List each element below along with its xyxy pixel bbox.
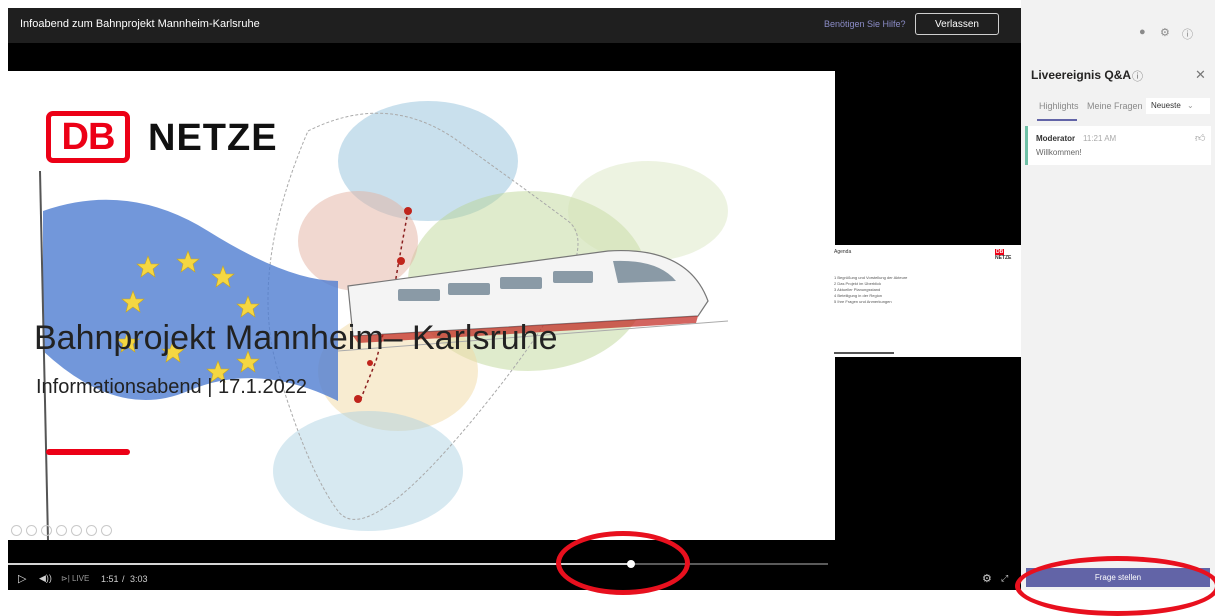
like-icon[interactable]: 👍︎ bbox=[1195, 132, 1205, 144]
chat-icon[interactable]: ● bbox=[1139, 26, 1146, 38]
agenda-list: 1 Begrüßung und Vorstellung der Akteure … bbox=[834, 275, 907, 305]
slides-icon[interactable] bbox=[56, 525, 67, 536]
slide-subtitle: Informationsabend | 17.1.2022 bbox=[36, 376, 307, 398]
qa-title: Liveereignis Q&A bbox=[1031, 68, 1132, 82]
db-logo: DB bbox=[46, 111, 130, 163]
agenda-item: 5 Ihre Fragen und Anmerkungen bbox=[834, 299, 892, 304]
zoom-icon[interactable] bbox=[71, 525, 82, 536]
live-label[interactable]: LIVE bbox=[72, 574, 89, 583]
progress-track[interactable] bbox=[8, 560, 828, 568]
slide-illustration bbox=[39, 101, 729, 540]
playback-controls: ▷ ◀)) ⊳| LIVE 1:51 / 3:03 ⚙ ⤢ bbox=[8, 570, 1021, 590]
brand-name: NETZE bbox=[148, 117, 278, 159]
thumbnail-heading: Agenda bbox=[834, 249, 852, 255]
message-author: Moderator bbox=[1036, 134, 1076, 143]
tab-my-questions[interactable]: Meine Fragen bbox=[1087, 101, 1143, 111]
message-text: Willkommen! bbox=[1036, 148, 1082, 157]
settings-icon[interactable]: ⚙ bbox=[982, 572, 992, 585]
tab-highlights[interactable]: Highlights bbox=[1039, 101, 1079, 111]
next-slide-icon[interactable] bbox=[26, 525, 37, 536]
close-icon[interactable]: ✕ bbox=[1195, 67, 1206, 83]
sort-value: Neueste bbox=[1151, 101, 1181, 110]
thumbnail-footer bbox=[834, 352, 894, 354]
qa-panel: ● ⚙ ⓘ Liveereignis Q&A ⓘ ✕ Highlights Me… bbox=[1021, 0, 1215, 590]
help-link[interactable]: Benötigen Sie Hilfe? bbox=[824, 19, 906, 29]
message-time: 11:21 AM bbox=[1083, 134, 1117, 143]
thumbnail-logo: DB NETZE bbox=[995, 249, 1012, 261]
top-bar: Infoabend zum Bahnprojekt Mannheim-Karls… bbox=[8, 8, 1021, 43]
presentation-slide: DB NETZE Bahnprojekt Mannheim– Karlsruhe… bbox=[8, 71, 835, 540]
settings-icon[interactable]: ⚙ bbox=[1160, 26, 1170, 39]
time-total: 3:03 bbox=[130, 574, 148, 584]
fullscreen-icon[interactable]: ⤢ bbox=[1001, 573, 1008, 584]
play-icon[interactable]: ▷ bbox=[18, 572, 26, 585]
pen-icon[interactable] bbox=[41, 525, 52, 536]
annotation-circle-ask-button bbox=[1015, 556, 1215, 616]
qa-message: Moderator 11:21 AM Willkommen! 👍︎ bbox=[1025, 126, 1211, 165]
agenda-thumbnail: Agenda DB NETZE 1 Begrüßung und Vorstell… bbox=[830, 245, 1021, 357]
accent-bar bbox=[46, 449, 130, 455]
slide-navigation bbox=[11, 525, 112, 536]
prev-slide-icon[interactable] bbox=[11, 525, 22, 536]
go-live-icon[interactable]: ⊳| bbox=[61, 574, 70, 583]
volume-icon[interactable]: ◀)) bbox=[39, 573, 52, 584]
chevron-down-icon: ⌄ bbox=[1187, 101, 1194, 110]
leave-button[interactable]: Verlassen bbox=[915, 13, 999, 35]
sort-dropdown[interactable]: Neueste ⌄ bbox=[1146, 98, 1210, 114]
info-icon[interactable]: ⓘ bbox=[1182, 26, 1193, 42]
time-separator: / bbox=[122, 574, 125, 584]
video-player: Infoabend zum Bahnprojekt Mannheim-Karls… bbox=[8, 8, 1021, 590]
active-tab-indicator bbox=[1037, 119, 1077, 121]
progress-fill bbox=[8, 563, 632, 565]
subtitle-icon[interactable] bbox=[86, 525, 97, 536]
annotation-circle-scrubber bbox=[556, 531, 690, 595]
help-icon[interactable]: ⓘ bbox=[1132, 68, 1143, 84]
more-icon[interactable] bbox=[101, 525, 112, 536]
event-title: Infoabend zum Bahnprojekt Mannheim-Karls… bbox=[20, 18, 260, 30]
time-current: 1:51 bbox=[101, 574, 119, 584]
slide-title: Bahnprojekt Mannheim– Karlsruhe bbox=[34, 319, 558, 357]
